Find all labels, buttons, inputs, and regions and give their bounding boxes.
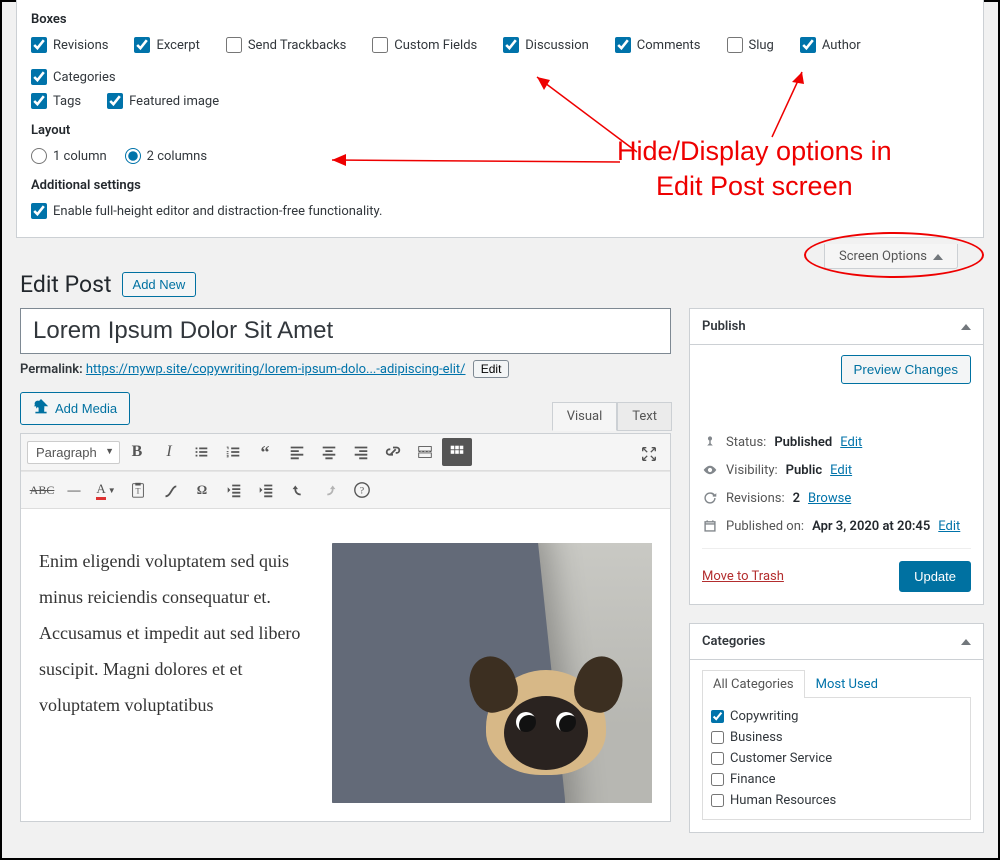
post-body-image[interactable] [332, 543, 652, 803]
permalink-row: Permalink: https://mywp.site/copywriting… [20, 354, 671, 392]
preview-changes-button[interactable]: Preview Changes [841, 355, 971, 384]
box-checkbox-comments[interactable]: Comments [615, 37, 701, 53]
layout-title: Layout [31, 123, 969, 138]
outdent-button[interactable] [219, 476, 249, 504]
screen-options-panel: Boxes Revisions Excerpt Send Trackbacks … [16, 0, 984, 238]
box-checkbox-author[interactable]: Author [800, 37, 861, 53]
additional-settings-title: Additional settings [31, 178, 969, 193]
format-select[interactable]: Paragraph [27, 441, 120, 464]
update-button[interactable]: Update [899, 561, 971, 592]
layout-radio-1col[interactable]: 1 column [31, 148, 107, 164]
category-item[interactable]: Copywriting [711, 706, 962, 727]
editor-toolbar-row2: ABC — A▼ T Ω ? [21, 471, 670, 509]
strikethrough-button[interactable]: ABC [27, 476, 57, 504]
box-checkbox-tags[interactable]: Tags [31, 93, 81, 109]
revisions-browse-link[interactable]: Browse [808, 491, 851, 506]
chevron-up-icon [961, 639, 971, 645]
status-value: Published [774, 435, 832, 450]
box-checkbox-discussion[interactable]: Discussion [503, 37, 589, 53]
tab-visual[interactable]: Visual [552, 402, 618, 431]
publish-heading[interactable]: Publish [690, 309, 983, 345]
indent-button[interactable] [251, 476, 281, 504]
eye-icon [702, 462, 718, 478]
help-button[interactable]: ? [347, 476, 377, 504]
layout-radio-2col[interactable]: 2 columns [125, 148, 207, 164]
more-button[interactable] [410, 438, 440, 466]
category-item[interactable]: Finance [711, 769, 962, 790]
box-checkbox-custom-fields[interactable]: Custom Fields [372, 37, 477, 53]
box-checkbox-slug[interactable]: Slug [727, 37, 774, 53]
editor-toolbar-row1: Paragraph B I “ [21, 434, 670, 471]
boxes-checkbox-row-2: Tags Featured image [31, 93, 969, 109]
chevron-up-icon [933, 254, 943, 260]
boxes-title: Boxes [31, 12, 969, 27]
toolbar-toggle-button[interactable] [442, 438, 472, 466]
special-char-button[interactable]: Ω [187, 476, 217, 504]
categories-heading[interactable]: Categories [690, 624, 983, 660]
visibility-edit-link[interactable]: Edit [830, 463, 852, 478]
layout-radio-row: 1 column 2 columns [31, 148, 969, 164]
permalink-link[interactable]: https://mywp.site/copywriting/lorem-ipsu… [86, 362, 466, 377]
move-to-trash-link[interactable]: Move to Trash [702, 569, 784, 584]
text-color-button[interactable]: A▼ [91, 476, 121, 504]
hr-button[interactable]: — [59, 476, 89, 504]
redo-button[interactable] [315, 476, 345, 504]
category-item[interactable]: Business [711, 727, 962, 748]
pin-icon [702, 434, 718, 450]
status-edit-link[interactable]: Edit [840, 435, 862, 450]
revisions-count: 2 [793, 491, 800, 506]
category-item[interactable]: Customer Service [711, 748, 962, 769]
category-item[interactable]: Human Resources [711, 790, 962, 811]
bold-button[interactable]: B [122, 438, 152, 466]
category-list[interactable]: Copywriting Business Customer Service Fi… [702, 698, 971, 820]
revisions-icon [702, 490, 718, 506]
media-icon [33, 399, 49, 418]
visibility-value: Public [786, 463, 822, 478]
categories-metabox: Categories All Categories Most Used Copy… [689, 623, 984, 833]
post-title-input[interactable] [20, 308, 671, 354]
editor: Paragraph B I “ ABC — A [20, 433, 671, 822]
published-edit-link[interactable]: Edit [938, 519, 960, 534]
editor-body[interactable]: Enim eligendi voluptatem sed quis minus … [21, 509, 670, 821]
published-date: Apr 3, 2020 at 20:45 [812, 519, 930, 534]
align-center-button[interactable] [314, 438, 344, 466]
svg-text:?: ? [360, 486, 364, 497]
numbered-list-button[interactable] [218, 438, 248, 466]
undo-button[interactable] [283, 476, 313, 504]
svg-text:T: T [136, 487, 141, 496]
publish-metabox: Publish Preview Changes Status: Publishe… [689, 308, 984, 605]
permalink-edit-button[interactable]: Edit [473, 360, 510, 378]
tab-all-categories[interactable]: All Categories [702, 670, 805, 698]
box-checkbox-categories[interactable]: Categories [31, 69, 116, 85]
italic-button[interactable]: I [154, 438, 184, 466]
distraction-free-button[interactable] [634, 440, 664, 468]
clear-formatting-button[interactable] [155, 476, 185, 504]
post-body-text: Enim eligendi voluptatem sed quis minus … [39, 543, 314, 803]
screen-options-tab[interactable]: Screen Options [824, 244, 958, 269]
align-left-button[interactable] [282, 438, 312, 466]
add-media-button[interactable]: Add Media [20, 392, 130, 425]
align-right-button[interactable] [346, 438, 376, 466]
paste-text-button[interactable]: T [123, 476, 153, 504]
tab-text[interactable]: Text [617, 402, 672, 431]
box-checkbox-featured-image[interactable]: Featured image [107, 93, 219, 109]
page-title: Edit Post [20, 271, 112, 298]
tab-most-used[interactable]: Most Used [805, 670, 889, 698]
calendar-icon [702, 518, 718, 534]
box-checkbox-excerpt[interactable]: Excerpt [134, 37, 199, 53]
blockquote-button[interactable]: “ [250, 438, 280, 466]
boxes-checkbox-row: Revisions Excerpt Send Trackbacks Custom… [31, 37, 969, 85]
box-checkbox-send-trackbacks[interactable]: Send Trackbacks [226, 37, 346, 53]
link-button[interactable] [378, 438, 408, 466]
bullet-list-button[interactable] [186, 438, 216, 466]
chevron-up-icon [961, 324, 971, 330]
add-new-button[interactable]: Add New [122, 272, 197, 297]
additional-checkbox-fullheight[interactable]: Enable full-height editor and distractio… [31, 203, 382, 219]
box-checkbox-revisions[interactable]: Revisions [31, 37, 108, 53]
